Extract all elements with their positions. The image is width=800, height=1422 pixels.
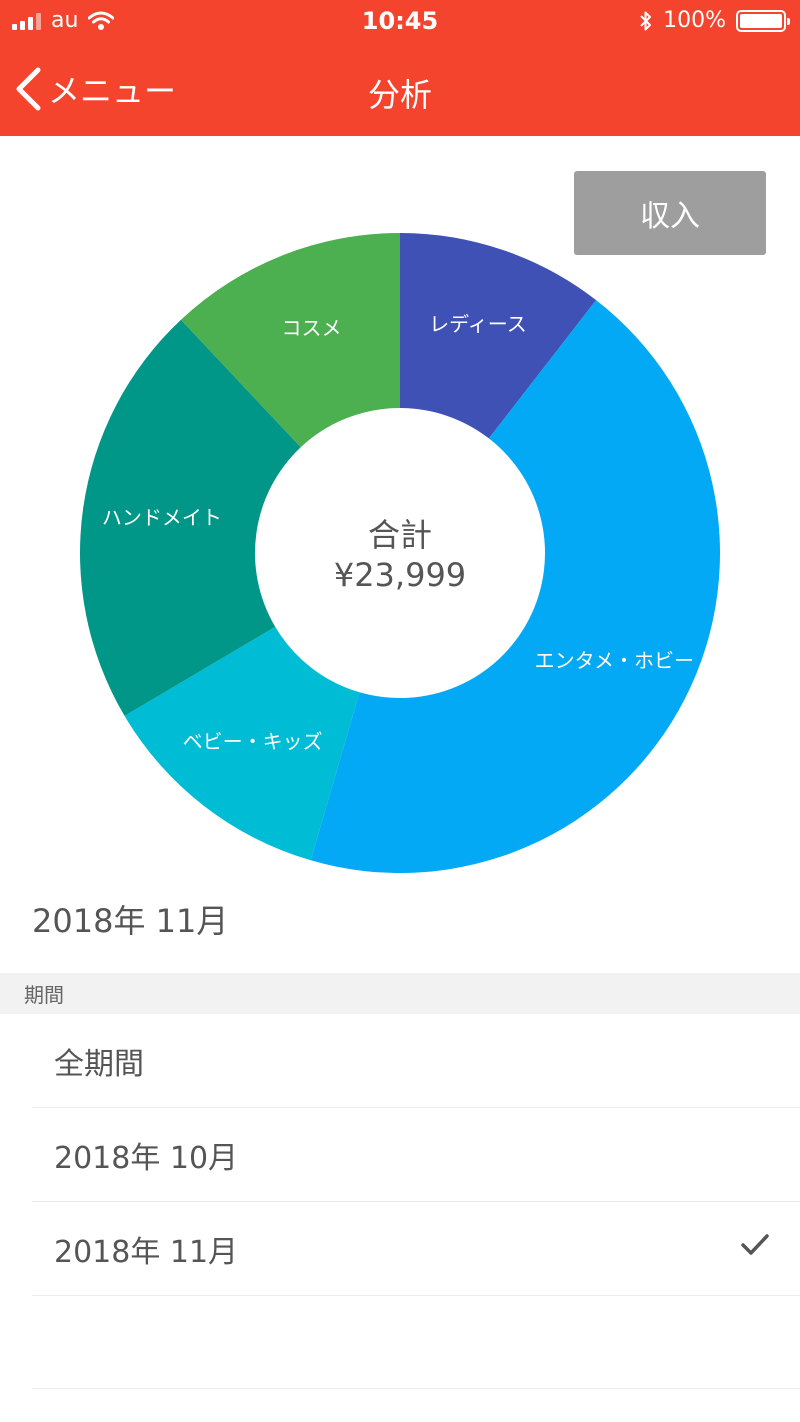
period-item-2018-10[interactable]: 2018年 10月 <box>32 1108 800 1202</box>
slice-label-0: レディース <box>429 312 527 336</box>
battery-label: 100% <box>663 8 726 33</box>
period-item-label: 2018年 10月 <box>54 1140 239 1176</box>
period-item-all[interactable]: 全期間 <box>32 1014 800 1108</box>
bluetooth-icon <box>640 11 652 30</box>
period-item-2018-11[interactable]: 2018年 11月 <box>32 1202 800 1296</box>
period-item-label: 全期間 <box>54 1046 144 1082</box>
status-bar: au 10:45 100% <box>0 0 800 44</box>
chart-center-title: 合計 <box>367 516 432 554</box>
selected-period-label: 2018年 11月 <box>32 902 229 940</box>
page-title: 分析 <box>367 76 432 114</box>
list-divider <box>32 1388 800 1389</box>
status-right: 100% <box>639 8 790 33</box>
battery-icon <box>736 9 790 32</box>
slice-label-2: ベビー・キッズ <box>183 730 323 754</box>
checkmark-icon <box>741 1234 769 1255</box>
chart-total-value: ¥23,999 <box>333 556 467 594</box>
nav-bar: メニュー 分析 <box>0 44 800 136</box>
slice-label-1: エンタメ・ホビー <box>535 649 694 673</box>
period-list: 全期間 2018年 10月 2018年 11月 <box>0 1014 800 1296</box>
slice-label-4: コスメ <box>281 316 341 340</box>
period-section-header: 期間 <box>0 973 800 1014</box>
period-item-label: 2018年 11月 <box>54 1234 239 1270</box>
